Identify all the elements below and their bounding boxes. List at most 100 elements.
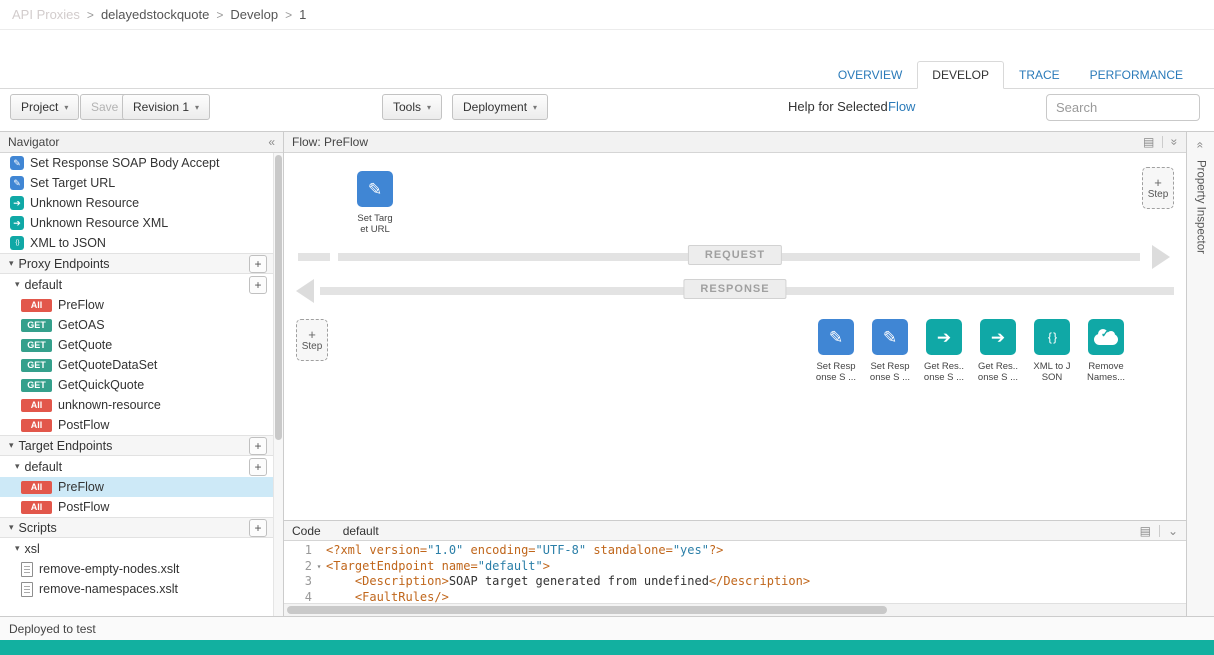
fold-toggle[interactable] <box>312 543 326 559</box>
script-item-remove-namespaces[interactable]: remove-namespaces.xslt <box>0 579 273 599</box>
collapse-navigator-icon[interactable]: « <box>268 135 275 149</box>
method-badge: All <box>21 501 52 514</box>
breadcrumb-item-proxy-name[interactable]: delayedstockquote <box>101 7 209 22</box>
cloud-check-icon[interactable]: ✓ <box>1088 319 1124 355</box>
flow-step-set-response-2[interactable]: ✎ Set Resp onse S ... <box>863 319 917 383</box>
target-endpoint-default[interactable]: ▾ default + <box>0 456 273 477</box>
arrow-icon[interactable]: ➔ <box>926 319 962 355</box>
method-badge: GET <box>21 339 52 352</box>
policy-item-xml-to-json[interactable]: { } XML to JSON <box>0 233 273 253</box>
nav-item-getquotedataset[interactable]: GET GetQuoteDataSet <box>0 355 273 375</box>
search-input[interactable] <box>1046 94 1200 121</box>
flow-step-set-target-url[interactable]: ✎ Set Targ et URL <box>349 171 401 235</box>
deployment-menu-button[interactable]: Deployment ▾ <box>452 94 548 120</box>
section-scripts[interactable]: ▾ Scripts + <box>0 517 273 538</box>
nav-item-getquote[interactable]: GET GetQuote <box>0 335 273 355</box>
flow-step-set-response-1[interactable]: ✎ Set Resp onse S ... <box>809 319 863 383</box>
script-label: remove-empty-nodes.xslt <box>39 562 179 576</box>
request-arrow-icon <box>1152 245 1170 269</box>
flow-step-xml-to-json[interactable]: { } XML to J SON <box>1025 319 1079 383</box>
button-label: Project <box>21 100 58 114</box>
add-flow-button[interactable]: + <box>249 458 267 476</box>
code-token: "1.0" <box>427 543 463 559</box>
section-proxy-endpoints[interactable]: ▾ Proxy Endpoints + <box>0 253 273 274</box>
pencil-icon[interactable]: ✎ <box>818 319 854 355</box>
add-step-button-response[interactable]: + Step <box>296 319 328 361</box>
help-flow-link[interactable]: Flow <box>888 99 915 114</box>
flow-step-remove-namespaces[interactable]: ✓ Remove Names... <box>1079 319 1133 383</box>
chevron-down-icon: ▾ <box>427 103 431 112</box>
nav-item-unknown-resource-flow[interactable]: All unknown-resource <box>0 395 273 415</box>
code-token: "default" <box>478 559 543 575</box>
fold-toggle[interactable] <box>312 574 326 590</box>
add-proxy-endpoint-button[interactable]: + <box>249 255 267 273</box>
code-line: 1 <?xml version="1.0" encoding="UTF-8" s… <box>284 543 1186 559</box>
policy-item-unknown-resource[interactable]: ➔ Unknown Resource <box>0 193 273 213</box>
add-step-button-request[interactable]: + Step <box>1142 167 1174 209</box>
policy-item-set-target-url[interactable]: ✎ Set Target URL <box>0 173 273 193</box>
flow-step-get-response-1[interactable]: ➔ Get Res.. onse S ... <box>917 319 971 383</box>
nav-item-proxy-postflow[interactable]: All PostFlow <box>0 415 273 435</box>
flow-label: PreFlow <box>58 298 104 312</box>
step-label: XML to J SON <box>1025 361 1079 383</box>
flow-header: Flow: PreFlow ▤ » <box>284 132 1186 153</box>
tab-trace[interactable]: TRACE <box>1004 61 1075 89</box>
flow-step-get-response-2[interactable]: ➔ Get Res.. onse S ... <box>971 319 1025 383</box>
icon-glyph: ➔ <box>937 329 951 346</box>
tab-performance[interactable]: PERFORMANCE <box>1075 61 1198 89</box>
help-for-selected-label: Help for Selected <box>788 99 888 114</box>
fold-toggle[interactable]: ▾ <box>312 559 326 575</box>
collapse-flow-icon[interactable]: » <box>1168 139 1182 146</box>
revision-menu-button[interactable]: Revision 1 ▾ <box>122 94 210 120</box>
line-number: 1 <box>284 543 312 559</box>
breadcrumb-item-revision[interactable]: 1 <box>299 7 306 22</box>
project-menu-button[interactable]: Project ▾ <box>10 94 79 120</box>
layout-toggle-icon[interactable]: ▤ <box>1143 135 1154 149</box>
add-script-button[interactable]: + <box>249 519 267 537</box>
scrollbar-thumb[interactable] <box>275 155 282 440</box>
breadcrumb-item-develop[interactable]: Develop <box>230 7 278 22</box>
script-label: remove-namespaces.xslt <box>39 582 178 596</box>
nav-item-target-preflow[interactable]: All PreFlow <box>0 477 273 497</box>
add-flow-button[interactable]: + <box>249 276 267 294</box>
expand-property-inspector-icon[interactable]: « <box>1194 142 1208 149</box>
collapse-code-icon[interactable]: ⌄ <box>1168 524 1178 538</box>
property-inspector-panel[interactable]: « Property Inspector <box>1186 131 1214 616</box>
code-token: SOAP target generated from undefined <box>449 574 709 590</box>
nav-item-getquickquote[interactable]: GET GetQuickQuote <box>0 375 273 395</box>
code-token: <TargetEndpoint <box>326 559 442 575</box>
check-icon: ✓ <box>1101 330 1109 340</box>
scripts-group-xsl[interactable]: ▾ xsl <box>0 538 273 559</box>
code-token: standalone= <box>586 543 673 559</box>
flow-label: PostFlow <box>58 418 109 432</box>
arrow-icon[interactable]: ➔ <box>980 319 1016 355</box>
plus-icon: + <box>1154 177 1162 189</box>
tab-overview[interactable]: OVERVIEW <box>823 61 917 89</box>
section-target-endpoints[interactable]: ▾ Target Endpoints + <box>0 435 273 456</box>
policy-item-unknown-resource-xml[interactable]: ➔ Unknown Resource XML <box>0 213 273 233</box>
breadcrumb-item-api-proxies[interactable]: API Proxies <box>12 7 80 22</box>
scrollbar-thumb[interactable] <box>287 606 887 614</box>
policy-item-set-response-soap-body-accept[interactable]: ✎ Set Response SOAP Body Accept <box>0 153 273 173</box>
tab-develop[interactable]: DEVELOP <box>917 61 1004 89</box>
navigator-scrollbar[interactable] <box>273 153 283 616</box>
nav-item-getoas[interactable]: GET GetOAS <box>0 315 273 335</box>
add-step-label: Step <box>302 341 323 352</box>
code-horizontal-scrollbar[interactable] <box>284 603 1186 616</box>
icon-glyph: ✎ <box>829 329 843 346</box>
code-tab-default[interactable]: default <box>343 524 379 538</box>
braces-icon[interactable]: { } <box>1034 319 1070 355</box>
nav-item-target-postflow[interactable]: All PostFlow <box>0 497 273 517</box>
chevron-down-icon: ▾ <box>195 103 199 112</box>
layout-toggle-icon[interactable]: ▤ <box>1140 524 1151 538</box>
add-target-endpoint-button[interactable]: + <box>249 437 267 455</box>
nav-item-proxy-preflow[interactable]: All PreFlow <box>0 295 273 315</box>
divider <box>1162 136 1163 148</box>
policy-label: Unknown Resource <box>30 196 139 210</box>
pencil-icon[interactable]: ✎ <box>872 319 908 355</box>
tools-menu-button[interactable]: Tools ▾ <box>382 94 442 120</box>
script-item-remove-empty-nodes[interactable]: remove-empty-nodes.xslt <box>0 559 273 579</box>
add-step-label: Step <box>1148 189 1169 200</box>
proxy-endpoint-default[interactable]: ▾ default + <box>0 274 273 295</box>
pencil-icon[interactable]: ✎ <box>357 171 393 207</box>
